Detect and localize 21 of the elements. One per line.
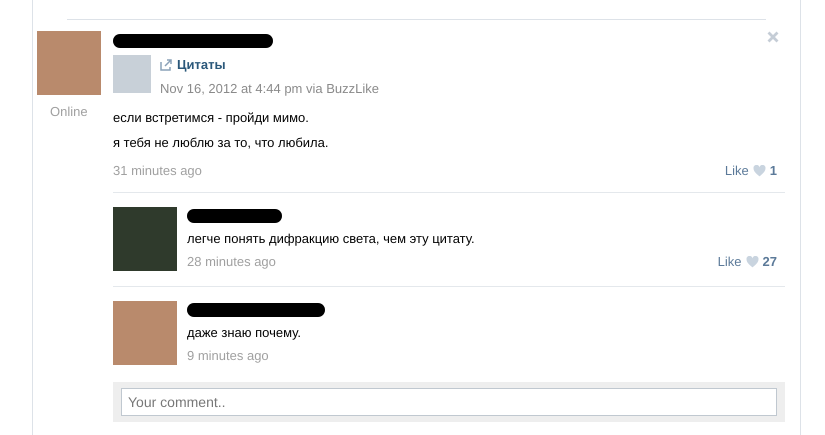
comment-time: 9 minutes ago — [187, 347, 269, 365]
post-text: я тебя не люблю за то, что любила. — [113, 134, 330, 152]
share-arrow-icon — [160, 58, 173, 71]
close-icon[interactable] — [767, 31, 779, 43]
post-text: если встретимся - пройди мимо. — [113, 109, 310, 127]
comment-text: легче понять дифракцию света, чем эту цитату. — [187, 230, 476, 248]
comment-input[interactable]: Your comment.. — [121, 388, 777, 416]
comment-text: даже знаю почему. — [187, 324, 302, 342]
source-link[interactable]: Цитаты — [177, 55, 226, 74]
like-button[interactable]: Like 27 — [718, 252, 777, 272]
heart-icon — [746, 256, 759, 268]
avatar-photo-placeholder[interactable] — [113, 206, 177, 270]
heart-icon — [752, 164, 766, 177]
avatar-photo-placeholder[interactable] — [37, 31, 101, 95]
photo-placeholder[interactable] — [113, 55, 151, 93]
post-time: 31 minutes ago — [113, 162, 202, 180]
online-status: Online — [50, 103, 88, 121]
like-button[interactable]: Like 1 — [724, 161, 777, 180]
comment-time: 28 minutes ago — [187, 253, 276, 271]
avatar-photo-placeholder[interactable] — [113, 300, 177, 364]
post-date: Nov 16, 2012 at 4:44 pm via BuzzLike — [160, 80, 379, 98]
